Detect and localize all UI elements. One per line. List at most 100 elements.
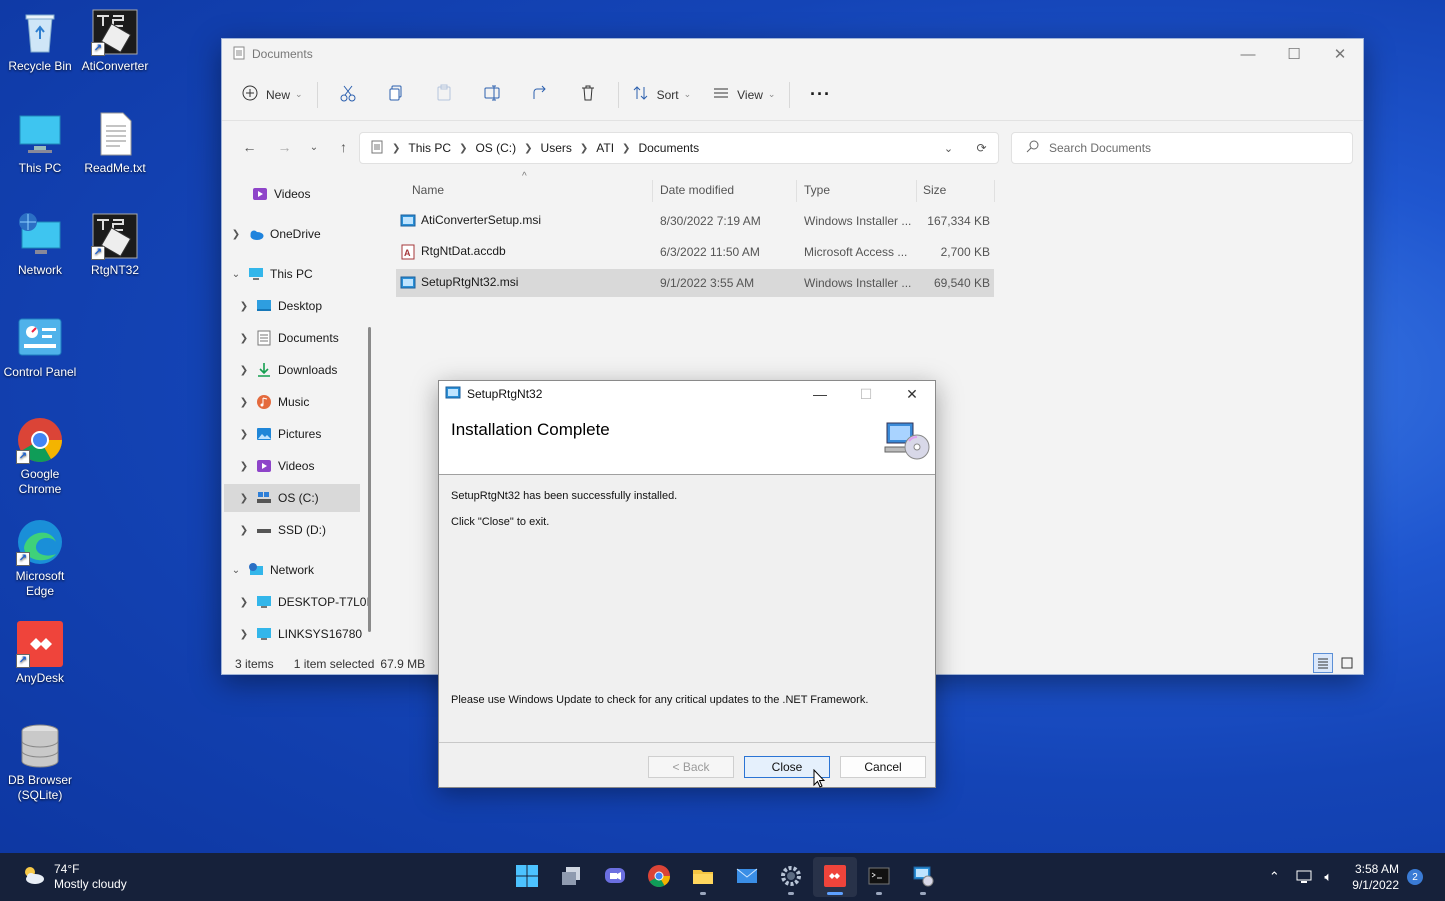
- recent-locations-button[interactable]: ⌄: [302, 132, 326, 162]
- breadcrumb-this-pc[interactable]: This PC: [408, 141, 451, 155]
- nav-item-videos-quick[interactable]: Videos: [232, 180, 370, 208]
- rename-button[interactable]: [468, 79, 516, 111]
- cancel-button[interactable]: Cancel: [840, 756, 926, 778]
- chevron-right-icon[interactable]: ❯: [236, 629, 252, 640]
- desktop-icon-aticonverter[interactable]: ↗ AtiConverter: [77, 8, 153, 74]
- notification-badge[interactable]: 2: [1407, 869, 1423, 885]
- column-header-date[interactable]: Date modified: [654, 177, 794, 203]
- see-more-button[interactable]: ···: [796, 79, 844, 111]
- task-view-button[interactable]: [549, 857, 593, 897]
- nav-item-onedrive[interactable]: ❯ OneDrive: [228, 220, 366, 248]
- chevron-right-icon[interactable]: ❯: [236, 333, 252, 344]
- copy-button[interactable]: [372, 79, 420, 111]
- breadcrumb-documents[interactable]: Documents: [638, 141, 699, 155]
- nav-item-linksys16780[interactable]: ❯ LINKSYS16780: [236, 620, 372, 648]
- new-button[interactable]: New ⌄: [234, 79, 311, 111]
- nav-item-ssd-d[interactable]: ❯ SSD (D:): [236, 516, 372, 544]
- chevron-right-icon[interactable]: ❯: [236, 365, 252, 376]
- dialog-titlebar[interactable]: SetupRtgNt32 — ☐ ✕: [439, 381, 935, 407]
- chevron-right-icon[interactable]: ❯: [236, 461, 252, 472]
- column-divider[interactable]: [796, 180, 797, 202]
- clock[interactable]: 3:58 AM 9/1/2022: [1352, 861, 1399, 893]
- column-divider[interactable]: [994, 180, 995, 202]
- view-button[interactable]: View ⌄: [705, 79, 783, 111]
- nav-item-os-c[interactable]: ❯ OS (C:): [224, 484, 360, 512]
- details-view-icon[interactable]: [1313, 653, 1333, 673]
- nav-item-desktop-t7l0i[interactable]: ❯ DESKTOP-T7L0I: [236, 588, 372, 616]
- refresh-icon[interactable]: ⟳: [965, 141, 998, 155]
- dialog-close-icon[interactable]: ✕: [889, 381, 935, 407]
- chevron-right-icon[interactable]: ❯: [236, 597, 252, 608]
- speaker-icon[interactable]: 🔈︎: [1316, 869, 1340, 885]
- maximize-button[interactable]: ☐: [1271, 39, 1317, 69]
- column-header-name[interactable]: Name: [406, 177, 646, 203]
- taskbar-installer[interactable]: [901, 857, 945, 897]
- chevron-right-icon[interactable]: ❯: [236, 429, 252, 440]
- desktop-icon-recycle-bin[interactable]: Recycle Bin: [2, 8, 78, 74]
- chevron-right-icon[interactable]: ❯: [236, 397, 252, 408]
- chevron-up-icon[interactable]: ⌃: [1262, 869, 1286, 885]
- file-row[interactable]: AtiConverterSetup.msi 8/30/2022 7:19 AM …: [396, 207, 994, 235]
- paste-button[interactable]: [420, 79, 468, 111]
- back-button-disabled[interactable]: < Back: [648, 756, 734, 778]
- breadcrumb-users[interactable]: Users: [541, 141, 572, 155]
- up-button[interactable]: ↑: [326, 132, 361, 162]
- desktop-icon-this-pc[interactable]: This PC: [2, 110, 78, 176]
- nav-scrollbar[interactable]: [368, 327, 371, 632]
- chevron-right-icon[interactable]: ❯: [228, 229, 244, 240]
- chevron-right-icon[interactable]: ❯: [236, 525, 252, 536]
- nav-item-pictures[interactable]: ❯ Pictures: [236, 420, 372, 448]
- column-divider[interactable]: [652, 180, 653, 202]
- explorer-titlebar[interactable]: Documents — ☐ ✕: [222, 39, 1363, 69]
- column-header-size[interactable]: Size: [917, 177, 993, 203]
- cut-button[interactable]: [324, 79, 372, 111]
- dialog-maximize-button[interactable]: ☐: [843, 381, 889, 407]
- nav-item-music[interactable]: ❯ Music: [236, 388, 372, 416]
- search-input[interactable]: [1049, 141, 1329, 155]
- search-box[interactable]: [1011, 132, 1353, 164]
- desktop-icon-google-chrome[interactable]: ↗ Google Chrome: [2, 416, 78, 497]
- taskbar-file-explorer[interactable]: [681, 857, 725, 897]
- desktop-icon-anydesk[interactable]: ↗ AnyDesk: [2, 620, 78, 686]
- nav-item-videos[interactable]: ❯ Videos: [236, 452, 372, 480]
- desktop-icon-rtgnt32[interactable]: ↗ RtgNT32: [77, 212, 153, 278]
- taskbar-terminal[interactable]: [857, 857, 901, 897]
- nav-item-this-pc[interactable]: ⌄ This PC: [228, 260, 366, 288]
- nav-item-documents[interactable]: ❯ Documents: [236, 324, 372, 352]
- chat-button[interactable]: [593, 857, 637, 897]
- chevron-right-icon[interactable]: ❯: [236, 301, 252, 312]
- nav-item-downloads[interactable]: ❯ Downloads: [236, 356, 372, 384]
- nav-item-desktop[interactable]: ❯ Desktop: [236, 292, 372, 320]
- taskbar-settings[interactable]: [769, 857, 813, 897]
- desktop-icon-readme[interactable]: ReadMe.txt: [77, 110, 153, 176]
- address-dropdown-chevron-icon[interactable]: ⌄: [932, 142, 965, 155]
- dialog-minimize-button[interactable]: —: [797, 381, 843, 407]
- taskbar-mail[interactable]: [725, 857, 769, 897]
- delete-button[interactable]: [564, 79, 612, 111]
- column-header-type[interactable]: Type: [798, 177, 914, 203]
- breadcrumb-ati[interactable]: ATI: [596, 141, 614, 155]
- sort-button[interactable]: Sort ⌄: [625, 79, 700, 111]
- desktop-icon-network[interactable]: Network: [2, 212, 78, 278]
- address-bar[interactable]: ❯ This PC ❯ OS (C:) ❯ Users ❯ ATI ❯ Docu…: [359, 132, 999, 164]
- taskbar-chrome[interactable]: [637, 857, 681, 897]
- file-row-selected[interactable]: SetupRtgNt32.msi 9/1/2022 3:55 AM Window…: [396, 269, 994, 297]
- forward-button[interactable]: →: [267, 132, 302, 162]
- minimize-button[interactable]: —: [1225, 39, 1271, 69]
- desktop-icon-db-browser[interactable]: DB Browser (SQLite): [2, 722, 78, 803]
- chevron-down-icon[interactable]: ⌄: [228, 269, 244, 280]
- desktop-icon-microsoft-edge[interactable]: ↗ Microsoft Edge: [2, 518, 78, 599]
- desktop-icon-control-panel[interactable]: Control Panel: [2, 314, 78, 380]
- chevron-down-icon[interactable]: ⌄: [228, 565, 244, 576]
- back-button[interactable]: ←: [232, 132, 267, 162]
- close-window-button[interactable]: ✕: [1317, 39, 1363, 69]
- network-status-icon[interactable]: [1292, 870, 1316, 884]
- file-row[interactable]: A RtgNtDat.accdb 6/3/2022 11:50 AM Micros…: [396, 238, 994, 266]
- start-button[interactable]: [505, 857, 549, 897]
- chevron-right-icon[interactable]: ❯: [236, 493, 252, 504]
- nav-item-network[interactable]: ⌄ Network: [228, 556, 366, 584]
- taskbar-anydesk[interactable]: [813, 857, 857, 897]
- share-button[interactable]: [516, 79, 564, 111]
- breadcrumb-os-c[interactable]: OS (C:): [475, 141, 516, 155]
- large-icons-view-icon[interactable]: [1337, 653, 1357, 673]
